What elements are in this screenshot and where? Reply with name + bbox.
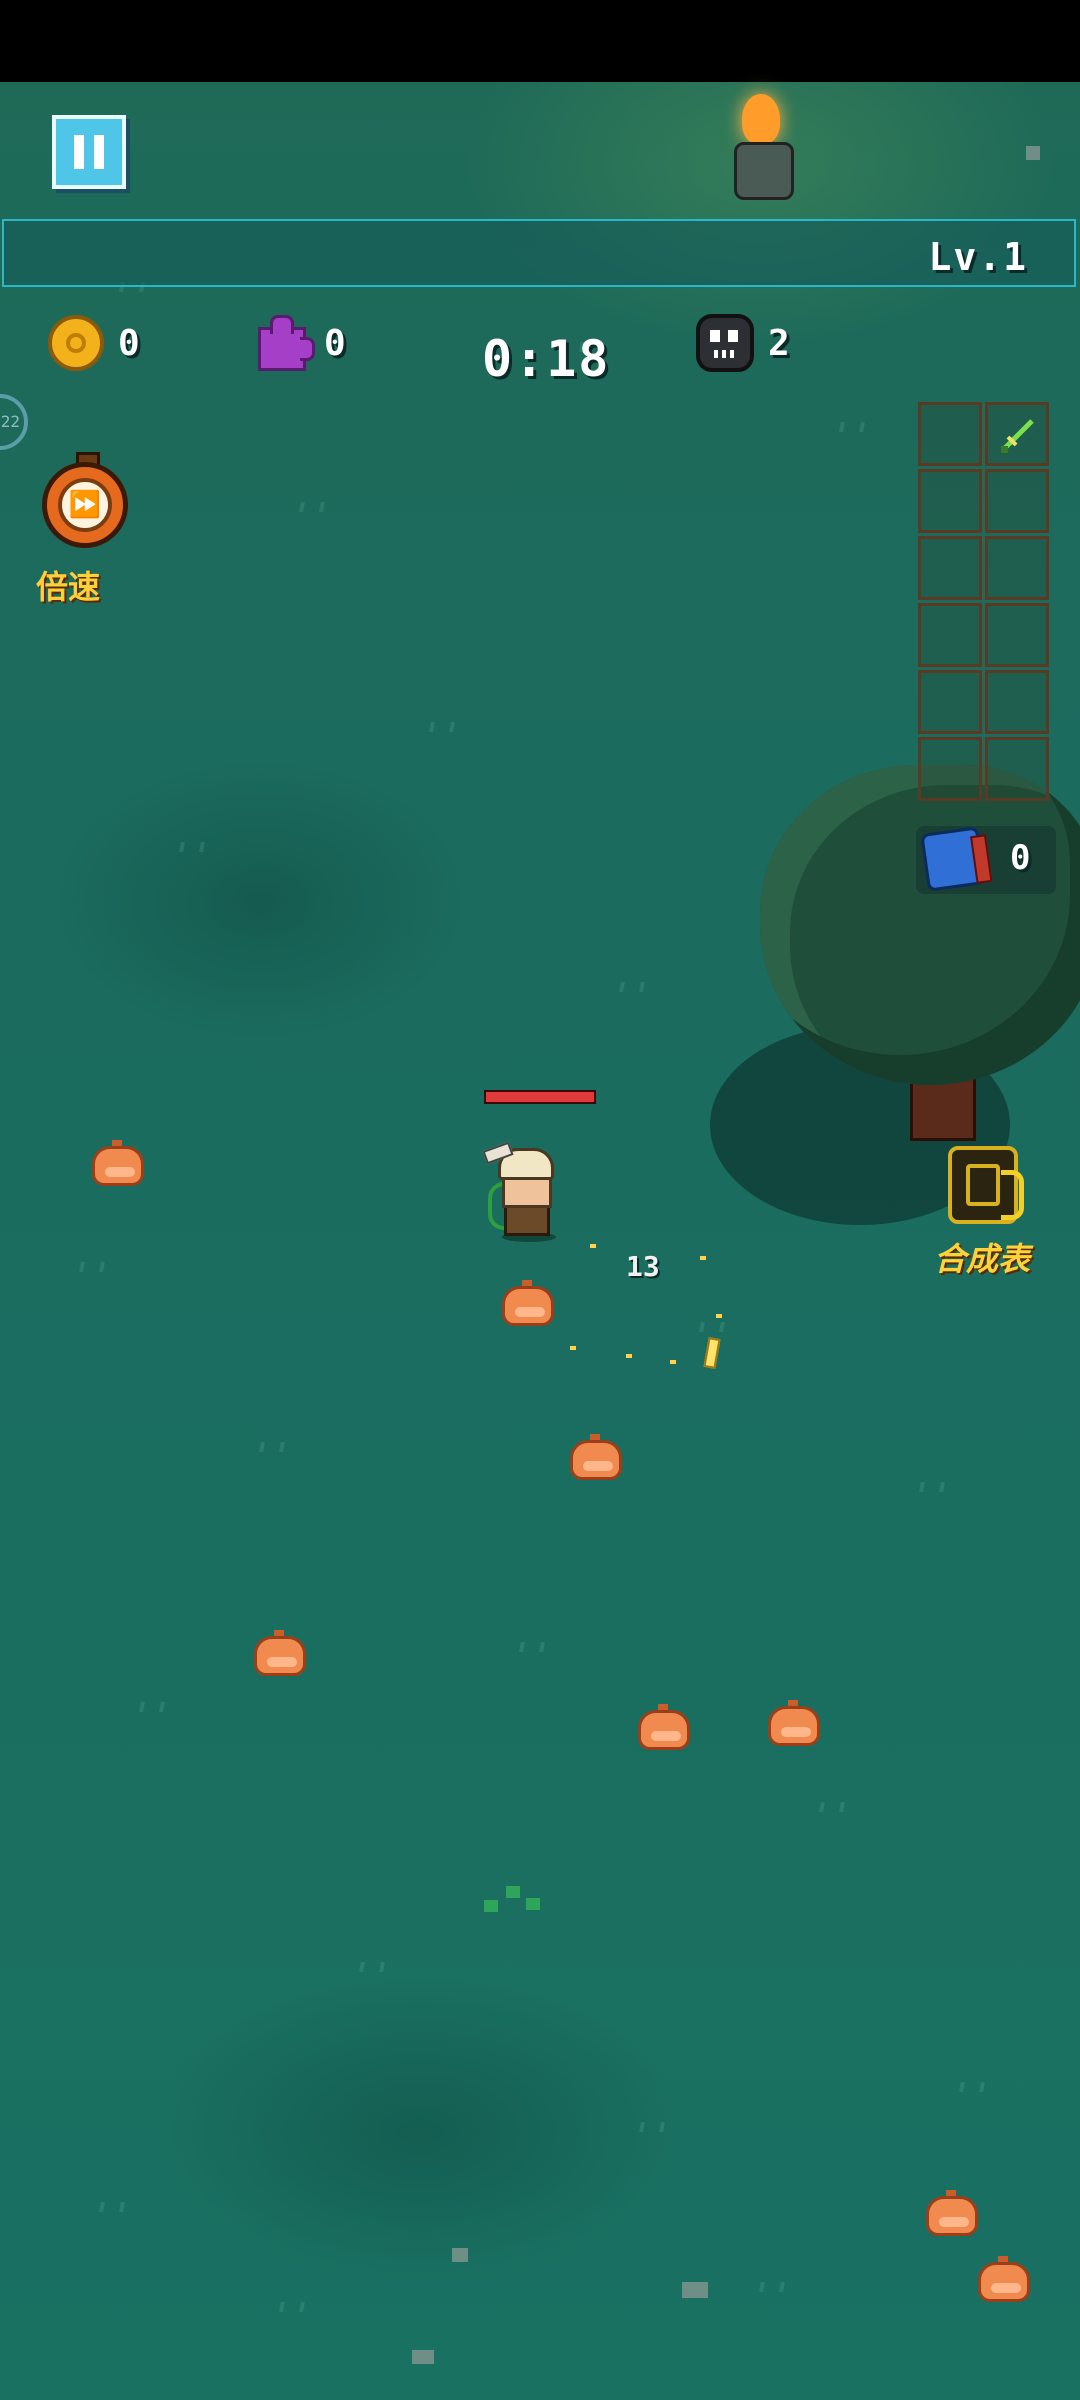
weapon-slot[interactable] (918, 469, 982, 533)
puzzle-counter: 0 (250, 308, 346, 378)
hero-character (482, 1141, 570, 1242)
clover-pickup (484, 1900, 498, 1912)
weapon-slot[interactable] (985, 603, 1049, 667)
brazier-tower (726, 82, 796, 202)
rock-prop (412, 2350, 434, 2364)
recipe-label[interactable]: 合成表 (934, 1234, 1030, 1280)
sword-icon (1001, 419, 1034, 453)
coin-counter: 0 (48, 308, 140, 378)
weapon-slot[interactable] (918, 737, 982, 801)
weapon-slot[interactable] (918, 536, 982, 600)
slime-enemy (570, 1434, 622, 1480)
slime-enemy (92, 1140, 144, 1186)
rock-prop (1026, 146, 1040, 160)
coin-icon (48, 315, 104, 371)
damage-number: 13 (626, 1250, 660, 1283)
weapon-slot[interactable] (985, 536, 1049, 600)
recipe-scroll-icon (948, 1146, 1024, 1224)
fast-forward-icon: ⏩ (58, 478, 112, 532)
game-timer: 0:18 (482, 330, 611, 388)
slime-enemy (926, 2190, 978, 2236)
experience-bar: Lv.1 (2, 219, 1076, 287)
skull-icon (696, 314, 754, 372)
level-label: Lv.1 (928, 235, 1028, 279)
hero-health-bar (484, 1090, 596, 1104)
speed-button[interactable]: ⏩ (42, 452, 128, 548)
clover-pickup (526, 1898, 540, 1910)
recipe-button[interactable] (944, 1146, 1030, 1230)
weapon-slot[interactable] (918, 402, 982, 466)
weapon-slot[interactable] (918, 603, 982, 667)
slime-enemy (978, 2256, 1030, 2302)
puzzle-count: 0 (324, 322, 346, 364)
weapon-slot[interactable] (985, 402, 1049, 466)
large-tree (710, 745, 1080, 1225)
dice-icon (920, 826, 986, 892)
weapon-slot[interactable] (918, 670, 982, 734)
system-status-bar (0, 0, 1080, 82)
weapon-slot-grid (918, 402, 1052, 804)
dice-counter[interactable]: 0 (916, 826, 1056, 894)
flame-icon (742, 94, 780, 144)
kill-counter: 2 (696, 308, 790, 378)
rock-prop (682, 2282, 708, 2298)
dice-count: 0 (1010, 838, 1031, 878)
speed-label[interactable]: 倍速 (36, 562, 100, 608)
slime-enemy (638, 1704, 690, 1750)
kill-count: 2 (768, 322, 790, 364)
slime-enemy (502, 1280, 554, 1326)
pause-button[interactable] (52, 115, 126, 189)
weapon-slot[interactable] (985, 469, 1049, 533)
clover-pickup (506, 1886, 520, 1898)
puzzle-icon (250, 313, 315, 373)
weapon-slot[interactable] (985, 737, 1049, 801)
weapon-slot[interactable] (985, 670, 1049, 734)
coin-count: 0 (118, 322, 140, 364)
pause-icon (74, 135, 84, 169)
slime-enemy (254, 1630, 306, 1676)
rock-prop (452, 2248, 468, 2262)
slime-enemy (768, 1700, 820, 1746)
